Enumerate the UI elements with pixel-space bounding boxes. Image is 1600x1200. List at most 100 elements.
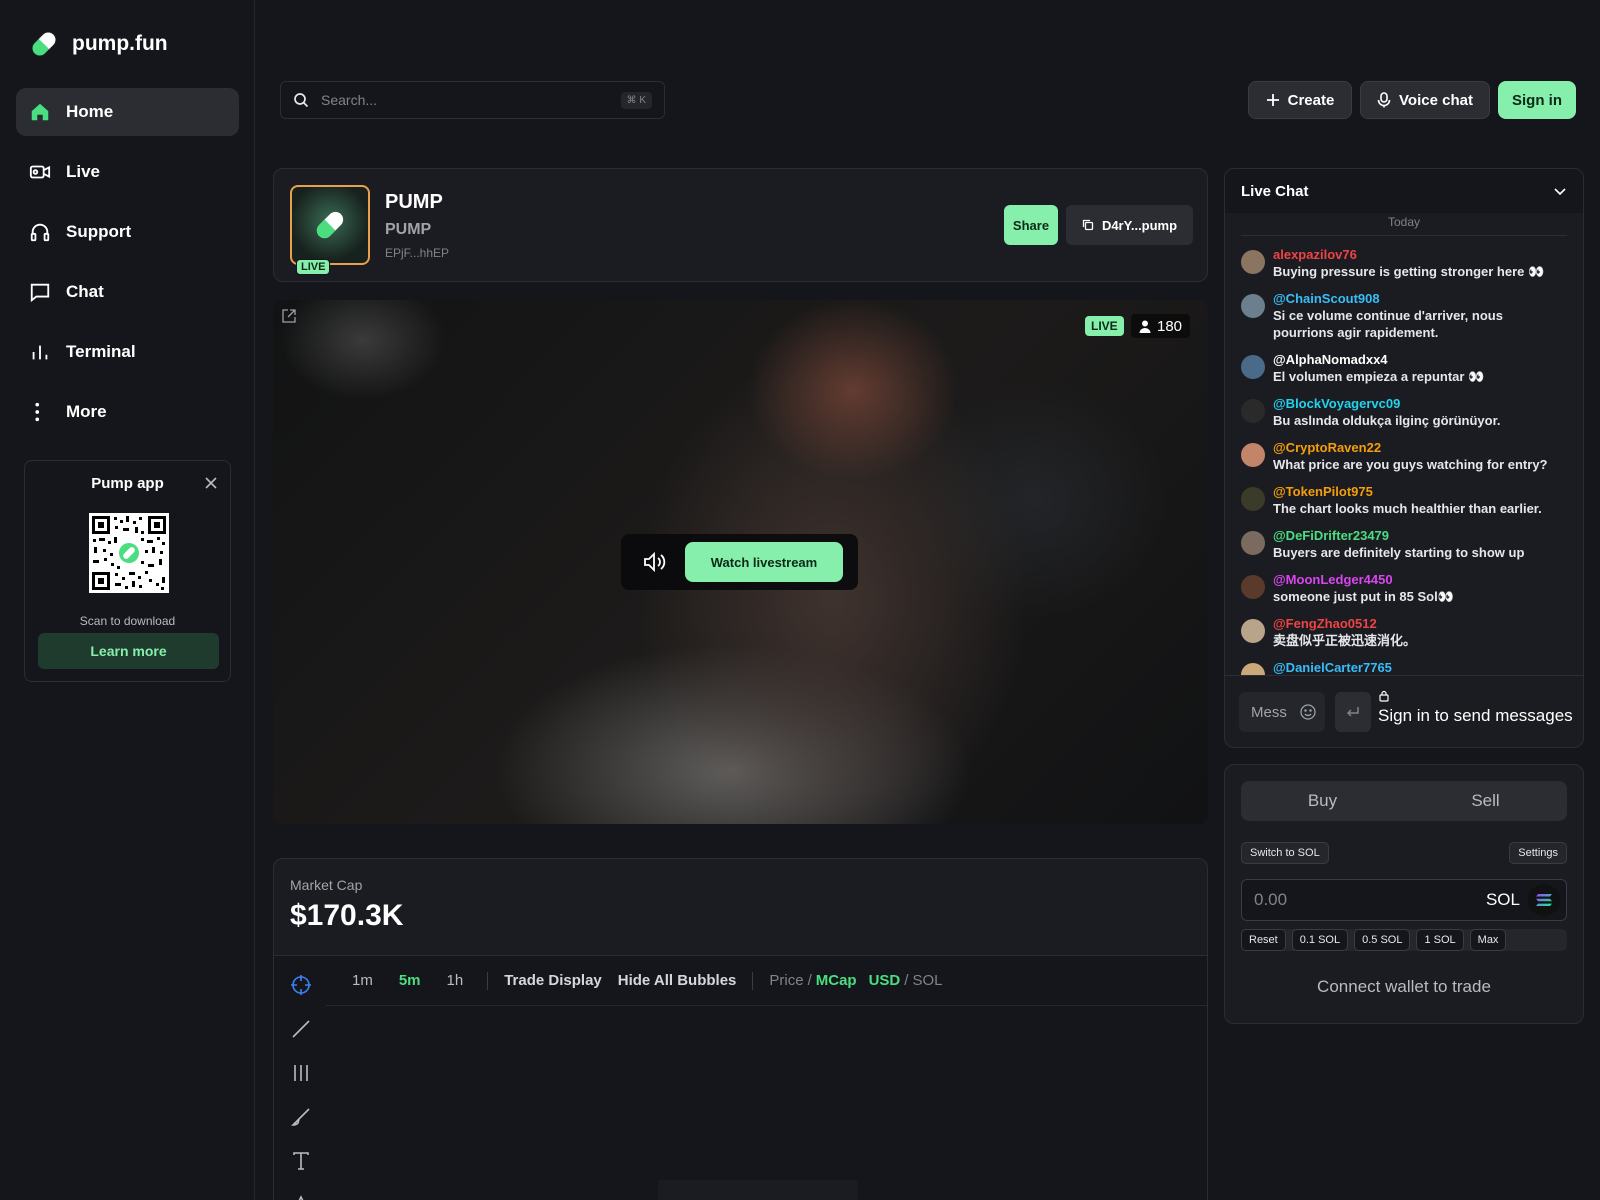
chat-header[interactable]: Live Chat [1225, 169, 1583, 213]
voice-chat-button[interactable]: Voice chat [1360, 81, 1490, 119]
chat-username[interactable]: @BlockVoyagervc09 [1273, 396, 1501, 412]
tab-buy[interactable]: Buy [1241, 781, 1404, 821]
amount-value: 0.00 [1254, 890, 1288, 909]
quick-reset-button[interactable]: Reset [1241, 929, 1286, 951]
avatar[interactable] [1241, 663, 1265, 675]
avatar[interactable] [1241, 487, 1265, 511]
tab-sell[interactable]: Sell [1404, 781, 1567, 821]
sidebar-item-more[interactable]: More [16, 388, 239, 436]
avatar[interactable] [1241, 355, 1265, 379]
sidebar-item-home[interactable]: Home [16, 88, 239, 136]
avatar[interactable] [1241, 250, 1265, 274]
trend-line-icon[interactable] [290, 1018, 312, 1040]
chat-username[interactable]: @TokenPilot975 [1273, 484, 1542, 500]
chat-username[interactable]: @DeFiDrifter23479 [1273, 528, 1524, 544]
user-icon [1139, 320, 1151, 333]
chat-username[interactable]: @AlphaNomadxx4 [1273, 352, 1484, 368]
brush-icon[interactable] [290, 1106, 312, 1128]
avatar[interactable] [1241, 531, 1265, 555]
trade-settings-button[interactable]: Settings [1509, 842, 1567, 864]
brand-logo[interactable]: pump.fun [24, 24, 168, 64]
timeframe-1h[interactable]: 1h [447, 972, 464, 989]
crosshair-icon[interactable] [290, 974, 312, 996]
chat-message-body: @FengZhao0512 卖盘似乎正被迅速消化。 [1273, 616, 1416, 649]
avatar[interactable] [1241, 575, 1265, 599]
switch-to-sol-button[interactable]: Switch to SOL [1241, 842, 1329, 864]
divider [752, 971, 754, 990]
token-address[interactable]: EPjF...hhEP [385, 246, 449, 260]
chat-message-body: @TokenPilot975 The chart looks much healt… [1273, 484, 1542, 517]
chat-messages[interactable]: Today alexpazilov76 Buying pressure is ge… [1225, 213, 1583, 675]
avatar[interactable] [1241, 294, 1265, 318]
live-chat-panel: Live Chat Today alexpazilov76 Buying pres… [1224, 168, 1584, 748]
watch-overlay: Watch livestream [621, 534, 858, 590]
trade-panel: Buy Sell Switch to SOL Settings 0.00 SOL… [1224, 764, 1584, 1024]
quick-0-1-sol-button[interactable]: 0.1 SOL [1291, 929, 1349, 951]
chat-username[interactable]: @FengZhao0512 [1273, 616, 1416, 632]
timeframe-5m[interactable]: 5m [399, 972, 421, 989]
brand-name: pump.fun [72, 32, 168, 55]
close-icon[interactable] [204, 476, 220, 492]
price-chart[interactable]: 1m 5m 1h Trade Display Hide All Bubbles … [274, 955, 1207, 1200]
hide-bubbles-toggle[interactable]: Hide All Bubbles [618, 972, 737, 989]
search-placeholder: Search... [321, 92, 378, 108]
viewer-count: 180 [1131, 314, 1191, 338]
sidebar-item-support[interactable]: Support [16, 208, 239, 256]
sidebar-item-label: Support [66, 222, 132, 241]
create-label: Create [1287, 91, 1335, 109]
chat-message-text: someone just put in 85 Sol👀 [1273, 589, 1454, 604]
lock-icon [1378, 690, 1390, 702]
external-link-icon[interactable] [281, 308, 299, 326]
avatar[interactable] [1241, 443, 1265, 467]
chat-username[interactable]: @DanielCarter7765 [1273, 660, 1429, 675]
sidebar-item-chat[interactable]: Chat [16, 268, 239, 316]
quick-max-button[interactable]: Max [1469, 929, 1507, 951]
sign-in-to-chat[interactable]: Sign in to send messages [1378, 706, 1573, 726]
watch-livestream-button[interactable]: Watch livestream [685, 542, 843, 582]
sidebar-item-label: Home [66, 102, 114, 121]
chat-message-text: Si ce volume continue d'arriver, nous po… [1273, 308, 1503, 340]
chat-username[interactable]: @CryptoRaven22 [1273, 440, 1548, 456]
sidebar-item-live[interactable]: Live [16, 148, 239, 196]
livestream-video[interactable]: LIVE 180 Watch livestream [273, 300, 1208, 824]
connect-wallet-prompt[interactable]: Connect wallet to trade [1225, 977, 1583, 997]
emoji-icon[interactable] [1299, 703, 1317, 721]
quick-1-sol-button[interactable]: 1 SOL [1416, 929, 1464, 951]
trade-display-toggle[interactable]: Trade Display [504, 972, 602, 989]
mcap-toggle[interactable]: MCap [816, 972, 857, 989]
viewer-count-value: 180 [1157, 317, 1183, 335]
avatar[interactable] [1241, 399, 1265, 423]
sidebar-item-terminal[interactable]: Terminal [16, 328, 239, 376]
sol-toggle[interactable]: SOL [912, 972, 942, 989]
message-list: alexpazilov76 Buying pressure is getting … [1225, 247, 1583, 675]
measure-icon[interactable] [290, 1194, 312, 1200]
chevron-down-icon[interactable] [1553, 184, 1567, 198]
chat-username[interactable]: @ChainScout908 [1273, 291, 1567, 307]
sign-in-button[interactable]: Sign in [1498, 81, 1576, 119]
chat-message-body: alexpazilov76 Buying pressure is getting … [1273, 247, 1544, 280]
quick-0-5-sol-button[interactable]: 0.5 SOL [1354, 929, 1411, 951]
voice-chat-label: Voice chat [1399, 91, 1473, 109]
stream-live-badge: LIVE [1085, 316, 1124, 336]
price-toggle[interactable]: Price [769, 972, 803, 989]
timeframe-1m[interactable]: 1m [352, 972, 373, 989]
create-button[interactable]: Create [1248, 81, 1352, 119]
usd-toggle[interactable]: USD [869, 972, 901, 989]
amount-input[interactable]: 0.00 SOL [1241, 879, 1567, 921]
market-cap-card: Market Cap $170.3K 1m 5m 1h Trade Displa… [273, 858, 1208, 1200]
video-icon [28, 160, 52, 184]
avatar[interactable] [1241, 619, 1265, 643]
chat-message-body: @AlphaNomadxx4 El volumen empieza a repun… [1273, 352, 1484, 385]
learn-more-button[interactable]: Learn more [38, 633, 219, 669]
copy-contract-button[interactable]: D4rY...pump [1066, 205, 1193, 245]
share-button[interactable]: Share [1004, 205, 1058, 245]
fib-lines-icon[interactable] [290, 1062, 312, 1084]
message-input[interactable]: Mess [1239, 692, 1325, 732]
chat-username[interactable]: @MoonLedger4450 [1273, 572, 1454, 588]
chat-message-body: @DeFiDrifter23479 Buyers are definitely s… [1273, 528, 1524, 561]
chat-username[interactable]: alexpazilov76 [1273, 247, 1544, 263]
send-button[interactable] [1335, 692, 1371, 732]
volume-icon[interactable] [643, 551, 667, 573]
search-input[interactable]: Search... ⌘ K [280, 81, 665, 119]
text-tool-icon[interactable] [290, 1150, 312, 1172]
